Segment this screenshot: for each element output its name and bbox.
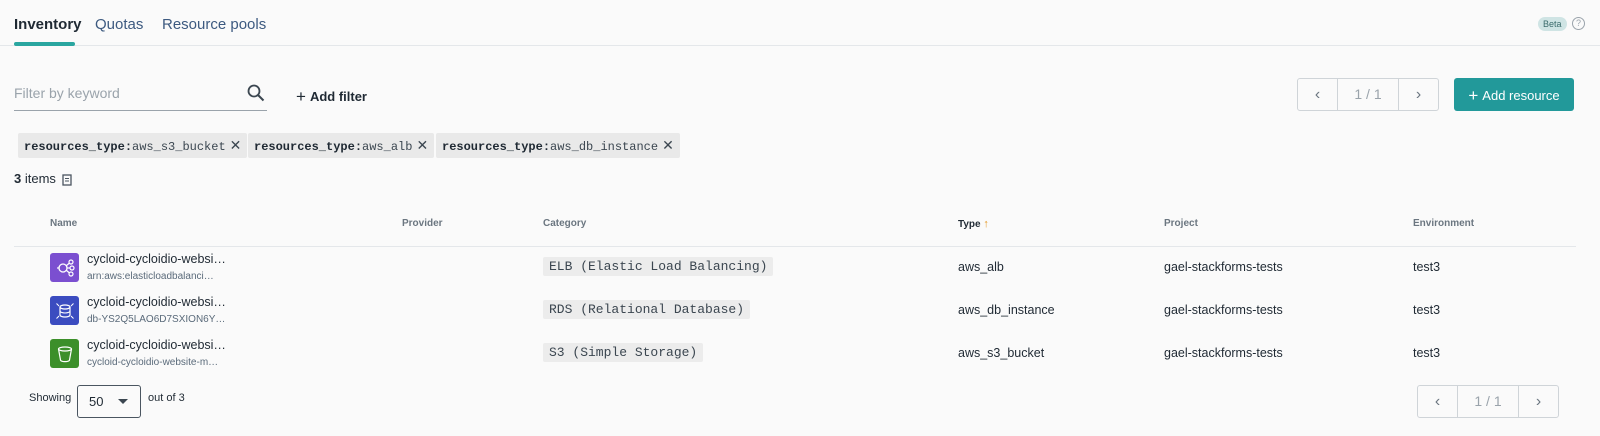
plus-icon: + (296, 87, 306, 106)
showing-label: Showing (29, 392, 72, 404)
tab-resource-pools[interactable]: Resource pools (162, 16, 266, 33)
table-row[interactable]: cycloid-cycloidio-websi… db-YS2Q5LAO6D7S… (14, 289, 1576, 332)
top-pagination: ‹ 1 / 1 › (1297, 78, 1439, 111)
add-filter-label: Add filter (309, 89, 367, 104)
chip-value: aws_alb (362, 140, 413, 154)
chevron-left-icon: ‹ (1434, 392, 1441, 410)
chevron-right-icon: › (1415, 85, 1422, 103)
filter-chip: resources_type:aws_alb ✕ (248, 133, 435, 158)
resource-id: db-YS2Q5LAO6D7SXION6Y… (87, 314, 226, 325)
column-header-type-label: Type (958, 219, 981, 230)
out-of-label: out of 3 (148, 392, 185, 404)
resource-name[interactable]: cycloid-cycloidio-websi… (87, 338, 227, 352)
page-indicator: 1 / 1 (1474, 393, 1502, 409)
beta-badge: Beta (1538, 17, 1567, 31)
column-header-name[interactable]: Name (50, 218, 77, 229)
add-resource-label: Add resource (1482, 88, 1560, 103)
environment-cell: test3 (1413, 260, 1441, 274)
copy-icon[interactable] (62, 173, 73, 191)
tab-inventory[interactable]: Inventory (14, 16, 82, 33)
top-nav: Inventory Quotas Resource pools Beta ? (0, 0, 1600, 46)
active-tab-indicator (14, 42, 75, 46)
column-header-project[interactable]: Project (1164, 218, 1198, 229)
project-cell: gael-stackforms-tests (1164, 260, 1283, 274)
chip-value: aws_db_instance (550, 140, 659, 154)
items-count-number: 3 (14, 171, 22, 186)
bottom-pagination: ‹ 1 / 1 › (1417, 385, 1559, 418)
items-count: 3 items (14, 171, 56, 186)
environment-cell: test3 (1413, 346, 1441, 360)
resource-name[interactable]: cycloid-cycloidio-websi… (87, 252, 227, 266)
items-count-label: items (24, 171, 56, 186)
keyword-filter[interactable] (14, 78, 267, 111)
plus-icon: + (1468, 86, 1479, 105)
search-input[interactable] (14, 78, 234, 108)
chip-value: aws_s3_bucket (132, 140, 226, 154)
load-balancer-icon (50, 253, 79, 282)
close-icon[interactable]: ✕ (230, 137, 242, 153)
chip-key: resources_type: (254, 140, 363, 154)
chip-key: resources_type: (442, 140, 551, 154)
close-icon[interactable]: ✕ (662, 137, 674, 153)
type-cell: aws_db_instance (958, 303, 1055, 317)
resource-name[interactable]: cycloid-cycloidio-websi… (87, 295, 227, 309)
resource-id: cycloid-cycloidio-website-m… (87, 357, 219, 368)
next-page-button[interactable]: › (1398, 79, 1438, 110)
tab-quotas[interactable]: Quotas (95, 16, 143, 33)
chevron-right-icon: › (1535, 392, 1542, 410)
type-cell: aws_alb (958, 260, 1004, 274)
close-icon[interactable]: ✕ (416, 137, 428, 153)
chevron-left-icon: ‹ (1314, 85, 1321, 103)
page-indicator: 1 / 1 (1354, 86, 1382, 102)
resource-id: arn:aws:elasticloadbalanci… (87, 271, 214, 282)
previous-page-button[interactable]: ‹ (1418, 386, 1458, 417)
column-header-provider[interactable]: Provider (402, 218, 443, 229)
help-circle-icon[interactable]: ? (1572, 17, 1585, 30)
bucket-icon (50, 339, 79, 368)
environment-cell: test3 (1413, 303, 1441, 317)
search-icon[interactable] (247, 84, 265, 107)
filter-chip: resources_type:aws_db_instance ✕ (436, 133, 680, 158)
column-header-environment[interactable]: Environment (1413, 218, 1474, 229)
table-row[interactable]: cycloid-cycloidio-websi… arn:aws:elastic… (14, 246, 1576, 289)
database-icon (50, 296, 79, 325)
table-row[interactable]: cycloid-cycloidio-websi… cycloid-cycloid… (14, 332, 1576, 375)
project-cell: gael-stackforms-tests (1164, 346, 1283, 360)
previous-page-button[interactable]: ‹ (1298, 79, 1338, 110)
per-page-value: 50 (89, 394, 104, 409)
category-badge: ELB (Elastic Load Balancing) (543, 257, 774, 276)
add-resource-button[interactable]: + Add resource (1454, 78, 1574, 111)
caret-down-icon (118, 399, 128, 404)
arrow-up-icon: ↑ (983, 218, 989, 230)
next-page-button[interactable]: › (1518, 386, 1558, 417)
chip-key: resources_type: (24, 140, 133, 154)
filter-chip: resources_type:aws_s3_bucket ✕ (18, 133, 248, 158)
type-cell: aws_s3_bucket (958, 346, 1045, 360)
category-badge: RDS (Relational Database) (543, 300, 751, 319)
add-filter-button[interactable]: + Add filter (296, 86, 367, 106)
project-cell: gael-stackforms-tests (1164, 303, 1283, 317)
category-badge: S3 (Simple Storage) (543, 343, 704, 362)
column-header-type[interactable]: Type ↑ (958, 218, 989, 230)
column-header-category[interactable]: Category (543, 218, 586, 229)
per-page-select[interactable]: 50 (77, 385, 141, 418)
